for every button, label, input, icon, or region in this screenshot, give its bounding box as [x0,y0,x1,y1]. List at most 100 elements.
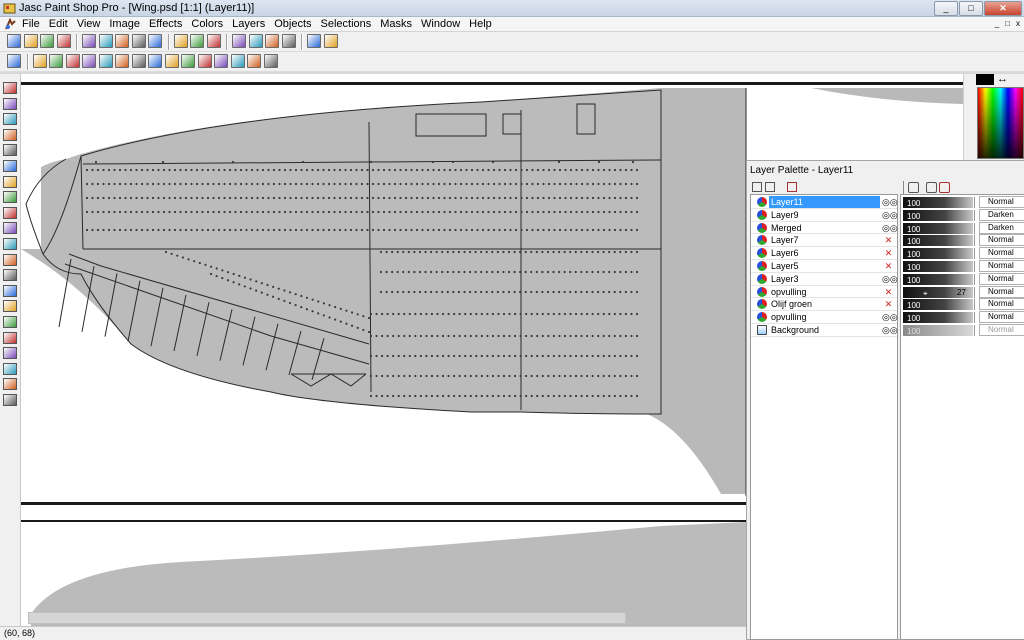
opacity-slider[interactable]: 100 [903,197,973,208]
layer-name[interactable]: opvulling [769,286,880,298]
layer-row[interactable]: Background ◎◎ [751,324,898,337]
visibility-on-icon[interactable]: ◎◎ [882,210,898,220]
layer-name[interactable]: opvulling [769,311,880,323]
menu-colors[interactable]: Colors [191,18,223,31]
opacity-spinner[interactable] [974,273,977,285]
opacity-spinner[interactable] [974,235,977,247]
mover-icon[interactable] [3,144,17,157]
blend-mode-select[interactable]: Normal [979,272,1024,285]
menu-help[interactable]: Help [469,18,492,31]
effect-4-icon[interactable] [65,54,80,68]
layer-name[interactable]: Merged [769,222,880,234]
clone-icon[interactable] [3,222,17,235]
text-icon[interactable] [3,347,17,360]
freehand-icon[interactable] [3,175,17,188]
scratch-remover-icon[interactable] [3,269,17,282]
capture-icon[interactable] [190,34,204,48]
layer-row[interactable]: Layer11 ◎◎ [751,196,898,209]
visibility-off-icon[interactable]: ✕ [882,248,895,258]
layer-row[interactable]: Layer9 ◎◎ [751,209,898,222]
menu-effects[interactable]: Effects [149,18,182,31]
close-button[interactable]: ✕ [984,1,1022,16]
layer-row[interactable]: opvulling ◎◎ [751,311,898,324]
pointer-icon[interactable] [3,82,17,94]
layer-row[interactable]: Layer6 ✕ [751,247,897,260]
preset-shapes-icon[interactable] [3,378,17,391]
opacity-spinner[interactable] [974,299,977,311]
help-icon[interactable] [307,34,321,48]
paste-icon[interactable] [148,34,162,48]
paintbrush-icon[interactable] [3,206,17,219]
zoom-icon[interactable] [206,34,221,48]
full-screen-icon[interactable] [281,34,296,48]
histogram-icon[interactable] [248,34,263,48]
doc-minimize-button[interactable]: _ [995,18,999,30]
blend-mode-select[interactable]: Normal [979,196,1024,208]
maximize-button[interactable]: □ [959,1,983,16]
opacity-spinner[interactable] [974,312,977,324]
layer-row[interactable]: opvulling ✕ [751,286,897,299]
menu-edit[interactable]: Edit [49,18,68,31]
effect-3-icon[interactable] [49,54,63,68]
browse-icon[interactable] [173,34,188,48]
blend-mode-select[interactable]: Normal [979,311,1024,324]
blend-mode-select[interactable]: Darken [979,208,1024,221]
layer-row[interactable]: Layer7 ✕ [751,234,897,248]
visibility-on-icon[interactable]: ◎◎ [882,274,898,284]
blend-mode-select[interactable]: Normal [979,260,1024,272]
opacity-spinner[interactable] [974,261,977,272]
opacity-slider[interactable]: 100 [903,273,973,285]
opacity-spinner[interactable] [974,325,977,336]
layer-name[interactable]: Layer5 [769,260,880,272]
undo-icon[interactable] [82,34,96,48]
minimize-button[interactable]: _ [934,1,958,16]
effect-10-icon[interactable] [164,54,179,68]
visibility-on-icon[interactable]: ◎◎ [882,197,898,207]
visibility-off-icon[interactable]: ✕ [882,261,895,271]
opacity-slider[interactable]: 100 [903,248,973,260]
menu-window[interactable]: Window [421,18,460,31]
opacity-spinner[interactable] [974,197,977,208]
layer-name[interactable]: Layer7 [769,234,880,246]
new-icon[interactable] [7,34,21,48]
layer-row[interactable]: Olijf groen ✕ [751,298,897,312]
effect-12-icon[interactable] [197,54,212,68]
blend-mode-select[interactable]: Normal [979,298,1024,311]
blend-mode-select[interactable]: Normal [979,324,1024,336]
visibility-off-icon[interactable]: ✕ [882,299,895,309]
layer-name[interactable]: Layer3 [769,273,880,285]
doc-close-button[interactable]: x [1016,18,1020,30]
eraser-icon[interactable] [3,284,17,297]
blend-mode-select[interactable]: Normal [979,247,1024,260]
blend-mode-select[interactable]: Normal [979,234,1024,247]
new-layer-icon[interactable] [752,182,762,192]
menu-selections[interactable]: Selections [321,18,372,31]
menu-view[interactable]: View [77,18,101,31]
menu-file[interactable]: File [22,18,40,31]
save-icon[interactable] [40,34,54,48]
menu-objects[interactable]: Objects [274,18,311,31]
zoom-tool-icon[interactable] [3,97,17,110]
layer-visibility-tab-icon[interactable] [908,182,919,193]
layer-name[interactable]: Background [769,324,880,336]
swap-colors-icon[interactable]: ↔ [997,73,1008,85]
layer-group-tab-icon[interactable] [939,182,950,193]
context-help-icon[interactable] [323,34,338,48]
opacity-spinner[interactable] [974,248,977,260]
effect-11-icon[interactable] [181,54,195,68]
opacity-slider[interactable]: 100 [903,209,973,221]
flood-fill-icon[interactable] [3,331,17,344]
opacity-slider[interactable]: 100 [903,299,973,311]
retouch-icon[interactable] [3,253,17,266]
menu-masks[interactable]: Masks [380,18,412,31]
effect-1-icon[interactable] [7,54,21,68]
effect-8-icon[interactable] [131,54,146,68]
doc-restore-button[interactable]: □ [1005,18,1010,30]
object-selector-icon[interactable] [3,394,17,406]
effect-7-icon[interactable] [115,54,129,68]
print-icon[interactable] [56,34,71,48]
opacity-slider[interactable]: 100 [903,222,973,234]
foreground-swatch[interactable] [976,74,994,85]
effect-6-icon[interactable] [98,54,113,68]
layer-row[interactable]: Layer3 ◎◎ [751,273,898,286]
